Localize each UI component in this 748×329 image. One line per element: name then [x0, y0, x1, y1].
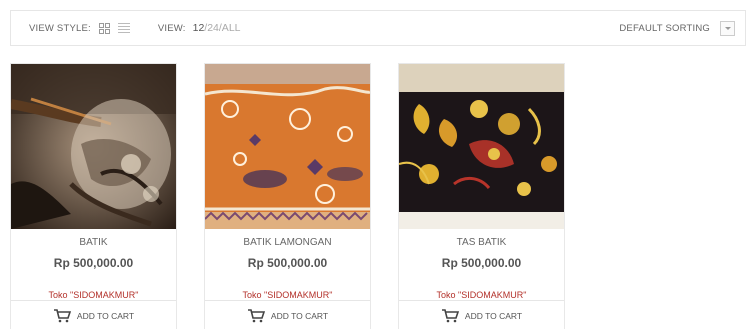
grid-view-icon[interactable]	[98, 22, 110, 34]
add-to-cart-label: ADD TO CART	[76, 311, 135, 321]
shop-toolbar: VIEW STYLE: VIEW: 12/24/ALL DEFAULT SORT…	[10, 10, 746, 46]
view-count-12[interactable]: 12	[193, 22, 205, 34]
product-price: Rp 500,000.00	[441, 256, 522, 270]
view-style-label: VIEW STYLE:	[29, 22, 91, 34]
view-count-others[interactable]: /24/ALL	[204, 22, 240, 34]
cart-icon	[441, 309, 459, 323]
card-divider	[399, 300, 564, 301]
cart-icon	[53, 309, 71, 323]
card-divider	[205, 300, 370, 301]
sort-label[interactable]: DEFAULT SORTING	[619, 23, 710, 34]
product-shop[interactable]: Toko "SIDOMAKMUR"	[11, 290, 176, 300]
add-to-cart-button[interactable]: ADD TO CART	[399, 306, 564, 326]
product-image-batik-lamongan[interactable]	[205, 64, 370, 229]
product-card: TAS BATIK Rp 500,000.00 Toko "SIDOMAKMUR…	[398, 63, 565, 329]
sort-dropdown-button[interactable]	[720, 20, 735, 36]
product-name[interactable]: BATIK	[11, 237, 176, 248]
cart-icon	[247, 309, 265, 323]
view-count-options: 12/24/ALL	[193, 22, 241, 34]
product-card: BATIK LAMONGAN Rp 500,000.00 Toko "SIDOM…	[204, 63, 371, 329]
product-name[interactable]: TAS BATIK	[399, 237, 564, 248]
product-image-batik[interactable]	[11, 64, 176, 229]
add-to-cart-button[interactable]: ADD TO CART	[11, 306, 176, 326]
product-price: Rp 500,000.00	[53, 256, 134, 270]
add-to-cart-label: ADD TO CART	[270, 311, 329, 321]
product-shop[interactable]: Toko "SIDOMAKMUR"	[399, 290, 564, 300]
list-view-icon[interactable]	[117, 22, 130, 34]
product-name[interactable]: BATIK LAMONGAN	[205, 237, 370, 248]
product-price: Rp 500,000.00	[247, 256, 328, 270]
product-card: BATIK Rp 500,000.00 Toko "SIDOMAKMUR" AD…	[10, 63, 177, 329]
card-divider	[11, 300, 176, 301]
product-image-tas-batik[interactable]	[399, 64, 564, 229]
view-style-switcher	[98, 22, 130, 34]
add-to-cart-button[interactable]: ADD TO CART	[205, 306, 370, 326]
view-label: VIEW:	[157, 22, 186, 34]
add-to-cart-label: ADD TO CART	[464, 311, 523, 321]
product-shop[interactable]: Toko "SIDOMAKMUR"	[205, 290, 370, 300]
